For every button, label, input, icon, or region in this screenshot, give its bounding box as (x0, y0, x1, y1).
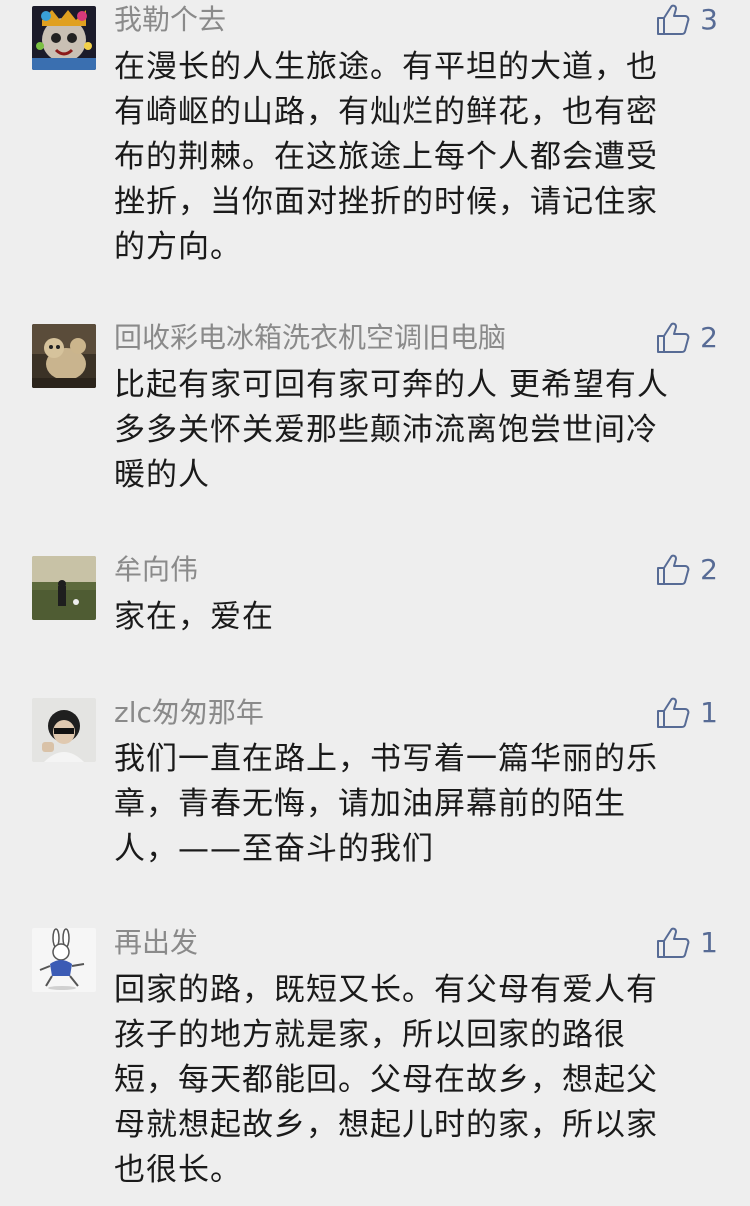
comment-text-line: 布的荆棘。在这旅途上每个人都会遭受 (114, 139, 658, 175)
avatar[interactable] (32, 698, 96, 762)
comment-author[interactable]: 牟向伟 (114, 552, 198, 588)
like-button[interactable]: 2 (656, 320, 718, 356)
comment-text-line: 章，青春无悔，请加油屏幕前的陌生 (114, 786, 626, 822)
avatar-image (32, 324, 96, 388)
avatar-image (32, 928, 96, 992)
comment-text-line: 在漫长的人生旅途。有平坦的大道，也 (114, 49, 658, 85)
comment-text-line: 暖的人 (114, 457, 210, 493)
avatar[interactable] (32, 928, 96, 992)
avatar[interactable] (32, 6, 96, 70)
comment-text-line: 的方向。 (114, 229, 242, 265)
comment-text-line: 有崎岖的山路，有灿烂的鲜花，也有密 (114, 94, 658, 130)
like-count: 1 (700, 926, 718, 959)
comment-text-line: 回家的路，既短又长。有父母有爱人有 (114, 972, 658, 1008)
comment-author[interactable]: 回收彩电冰箱洗衣机空调旧电脑 (114, 320, 506, 356)
comment-text: 在漫长的人生旅途。有平坦的大道，也 有崎岖的山路，有灿烂的鲜花，也有密 布的荆棘… (114, 45, 704, 270)
thumbs-up-icon (657, 554, 690, 585)
avatar-image (32, 556, 96, 620)
comment-text-line: 比起有家可回有家可奔的人 更希望有人 (114, 367, 669, 403)
like-count: 1 (700, 696, 718, 729)
like-button[interactable]: 1 (656, 925, 718, 961)
comment-text: 比起有家可回有家可奔的人 更希望有人 多多关怀关爱那些颠沛流离饱尝世间冷 暖的人 (114, 363, 704, 498)
avatar-image (32, 6, 96, 70)
thumbs-up-icon (657, 697, 690, 728)
like-count: 2 (700, 321, 718, 354)
comment-author[interactable]: 我勒个去 (114, 2, 226, 38)
avatar-image (32, 698, 96, 762)
like-button[interactable]: 1 (656, 695, 718, 731)
thumbs-up-icon (657, 4, 690, 35)
thumbs-up-icon (657, 322, 690, 353)
comment-text-line: 家在，爱在 (114, 599, 274, 635)
comment-text-line: 挫折，当你面对挫折的时候，请记住家 (114, 184, 658, 220)
comment-text-line: 多多关怀关爱那些颠沛流离饱尝世间冷 (114, 412, 658, 448)
like-count: 3 (700, 3, 718, 36)
avatar[interactable] (32, 324, 96, 388)
thumbs-up-icon (657, 927, 690, 958)
comment-text-line: 也很长。 (114, 1152, 242, 1188)
comment-text: 家在，爱在 (114, 595, 704, 640)
comment-text-line: 我们一直在路上，书写着一篇华丽的乐 (114, 741, 658, 777)
comment-author[interactable]: zlc匆匆那年 (114, 695, 264, 731)
comment-text-line: 人，——至奋斗的我们 (114, 831, 434, 867)
like-button[interactable]: 3 (656, 2, 718, 38)
comment-text-line: 母就想起故乡，想起儿时的家，所以家 (114, 1107, 658, 1143)
comment-text: 回家的路，既短又长。有父母有爱人有 孩子的地方就是家，所以回家的路很 短，每天都… (114, 968, 704, 1193)
avatar[interactable] (32, 556, 96, 620)
comment-text: 我们一直在路上，书写着一篇华丽的乐 章，青春无悔，请加油屏幕前的陌生 人，——至… (114, 737, 704, 872)
like-count: 2 (700, 553, 718, 586)
comment-author[interactable]: 再出发 (114, 925, 198, 961)
comment-text-line: 孩子的地方就是家，所以回家的路很 (114, 1017, 626, 1053)
comment-text-line: 短，每天都能回。父母在故乡，想起父 (114, 1062, 658, 1098)
like-button[interactable]: 2 (656, 552, 718, 588)
